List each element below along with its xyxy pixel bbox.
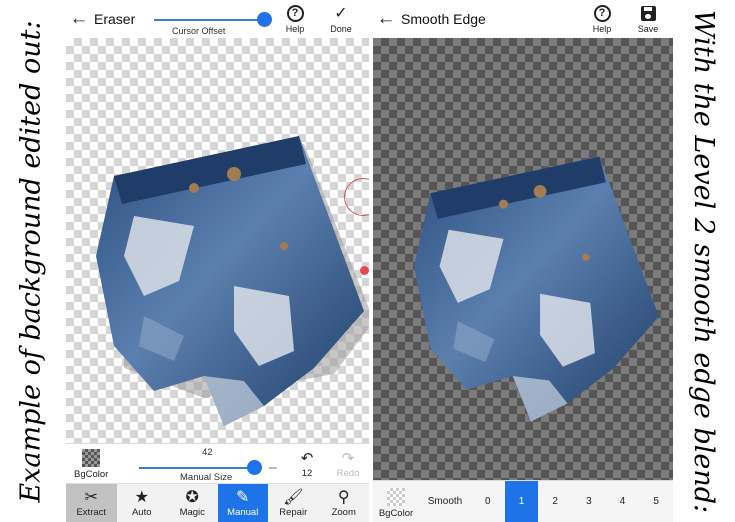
save-icon [640,6,656,21]
left-caption-text: Example of background edited out: [15,19,47,503]
smooth-level-4[interactable]: 4 [606,481,640,522]
eraser-canvas[interactable] [66,38,369,443]
tool-manual-label: Manual [227,507,259,518]
tool-repair[interactable]: 🖌 Repair [268,484,319,522]
brush-size-value: 42 [202,447,213,458]
eraser-icon: ✎ [236,489,250,506]
help-button[interactable]: ? Help [274,4,316,36]
back-arrow-icon[interactable]: ← [66,8,92,30]
eraser-cursor-dot [360,266,369,275]
undo-count: 12 [301,468,313,479]
bgcolor-button[interactable]: BgColor [74,449,108,480]
brush-size-slider[interactable]: 42 Manual Size [139,447,305,483]
tool-magic[interactable]: ✪ Magic [167,484,218,522]
done-label: Done [330,24,352,34]
save-button[interactable]: Save [627,4,669,36]
left-side-caption: Example of background edited out: [0,0,62,522]
undo-button[interactable]: ↶ 12 [290,450,324,479]
shorts-photo [84,106,369,436]
cursor-offset-handle[interactable] [257,12,272,27]
tool-zoom[interactable]: ⚲ Zoom [319,484,370,522]
checkerboard-icon [387,487,405,506]
tool-auto-label: Auto [131,507,152,518]
redo-label: Redo [336,468,360,479]
redo-icon: ↷ [341,450,355,467]
cursor-offset-slider[interactable]: Cursor Offset [154,10,272,36]
bgcolor-label: BgColor [74,469,109,480]
bgcolor-label: BgColor [378,507,414,519]
help-icon: ? [593,5,611,22]
tool-extract[interactable]: ✂ Extract [66,484,117,522]
right-caption-text: With the Level 2 smooth edge blend: [688,9,720,513]
eraser-toolbar: ← Eraser Cursor Offset ? Help ✓ Done [66,0,369,38]
smooth-label: Smooth [427,496,463,507]
brush-icon: 🖌 [283,489,304,506]
tool-mode-bar: ✂ Extract ★ Auto ✪ Magic ✎ Manual 🖌 Repa… [66,483,369,522]
smooth-title: Smooth Edge [401,11,486,27]
smooth-level-3[interactable]: 3 [572,481,606,522]
tool-manual[interactable]: ✎ Manual [217,484,268,522]
smooth-level-bar: BgColor Smooth 0 1 2 3 4 5 [373,480,673,522]
back-arrow-icon[interactable]: ← [373,8,399,30]
smooth-level-0[interactable]: 0 [471,481,505,522]
brush-size-handle[interactable] [247,460,262,475]
brush-size-label: Manual Size [180,472,233,483]
save-label: Save [637,24,659,34]
help-label: Help [592,24,612,34]
smooth-level-2[interactable]: 2 [538,481,572,522]
eraser-screen: ← Eraser Cursor Offset ? Help ✓ Done BgC… [66,0,369,522]
search-icon: ⚲ [337,489,350,506]
checkmark-icon: ✓ [334,5,348,22]
done-button[interactable]: ✓ Done [320,4,362,36]
brush-size-panel: BgColor 42 Manual Size ↶ 12 ↷ Redo [66,443,369,483]
smooth-level-1[interactable]: 1 [504,481,539,522]
right-side-caption: With the Level 2 smooth edge blend: [673,0,735,522]
smooth-level-5[interactable]: 5 [639,481,673,522]
smooth-toolbar: ← Smooth Edge ? Help Save [373,0,673,38]
smooth-edge-screen: ← Smooth Edge ? Help Save BgColor Smooth… [373,0,673,522]
tool-auto[interactable]: ★ Auto [117,484,168,522]
smooth-canvas[interactable] [373,38,673,480]
checkerboard-icon [82,449,101,467]
cursor-offset-label: Cursor Offset [172,26,226,36]
bgcolor-button[interactable]: BgColor [373,481,419,522]
magic-star-icon: ✪ [185,489,199,506]
star-icon: ★ [134,489,149,506]
undo-icon: ↶ [300,450,314,467]
help-icon: ? [286,5,304,22]
eraser-title: Eraser [94,11,136,27]
cursor-offset-track[interactable] [154,19,262,21]
redo-button[interactable]: ↷ Redo [331,450,365,479]
brush-size-track-rest[interactable] [269,467,277,469]
tool-magic-label: Magic [179,507,205,518]
help-button[interactable]: ? Help [581,4,623,36]
tool-extract-label: Extract [76,507,107,518]
shorts-photo [403,120,668,440]
tool-zoom-label: Zoom [331,507,356,518]
tool-repair-label: Repair [279,507,308,518]
scissors-icon: ✂ [84,489,98,506]
brush-size-track[interactable] [139,467,255,469]
help-label: Help [285,24,305,34]
